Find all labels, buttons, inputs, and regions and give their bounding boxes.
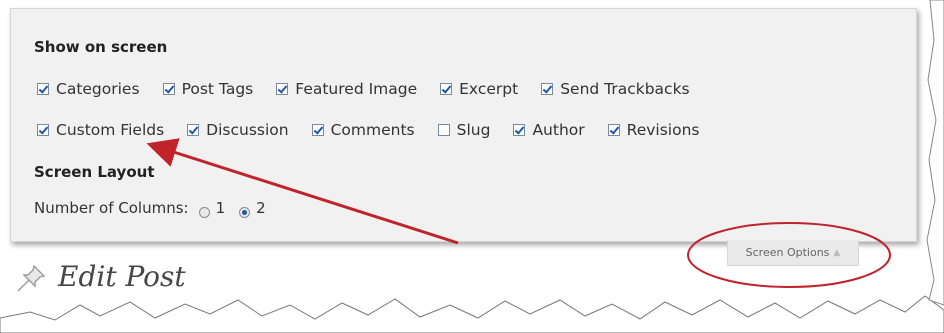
torn-edge-decoration [0,0,944,333]
